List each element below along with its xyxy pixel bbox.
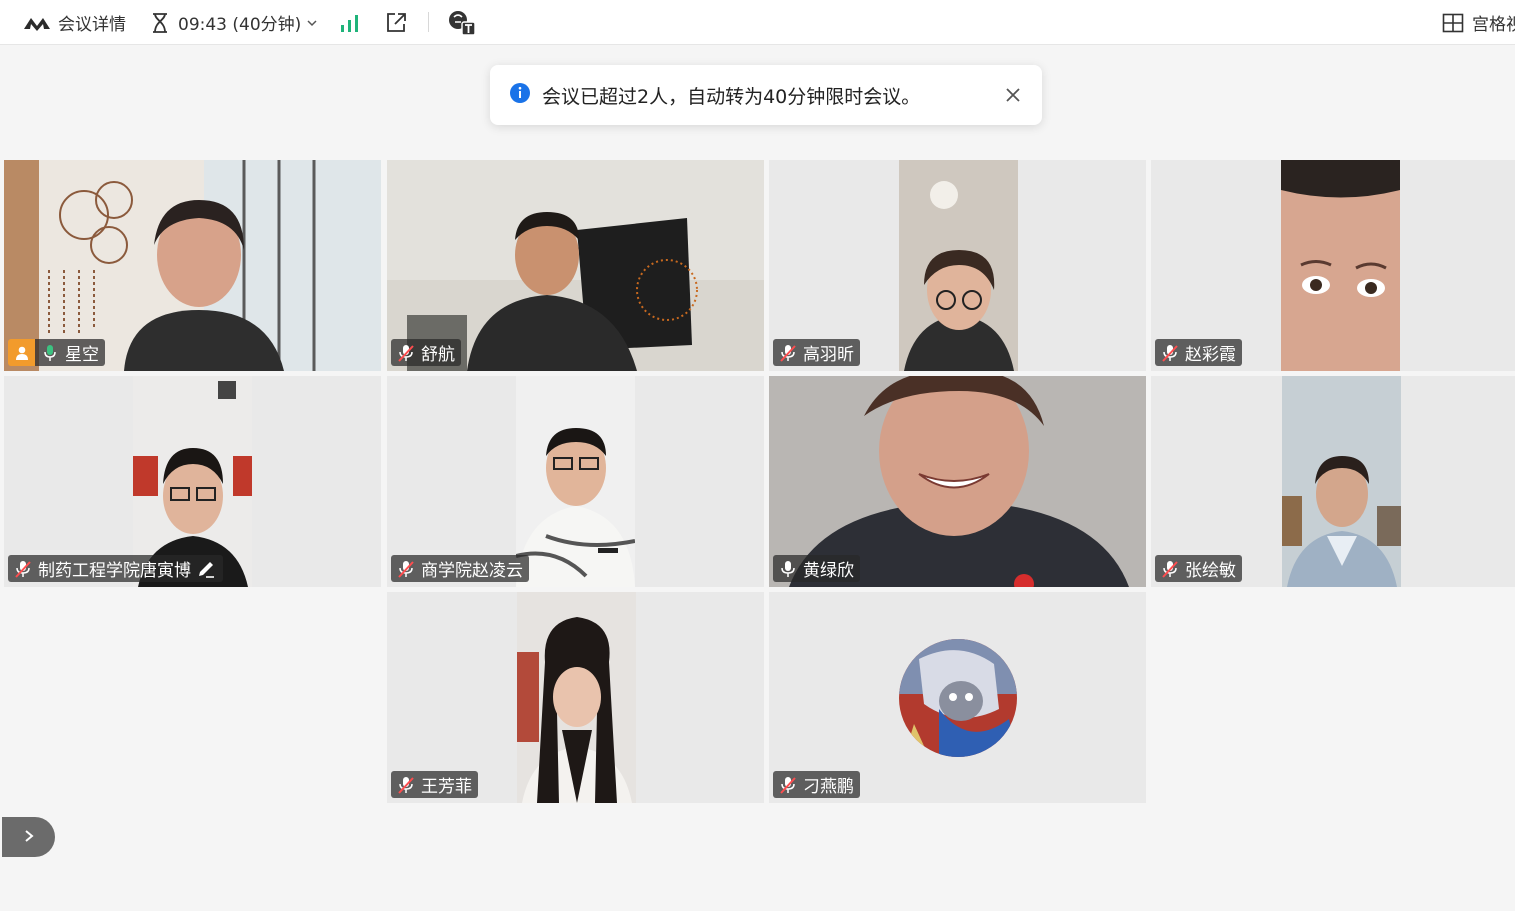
participant-name: 黄绿欣 xyxy=(803,561,854,581)
participant-name: 商学院赵凌云 xyxy=(421,561,523,581)
participant-name: 高羽昕 xyxy=(803,345,854,365)
participant-namebar: 黄绿欣 xyxy=(773,555,860,582)
participant-namebar: 高羽昕 xyxy=(773,339,860,366)
participant-namebar: 制药工程学院唐寅博 xyxy=(8,555,223,582)
chevron-down-icon xyxy=(307,19,317,27)
participant-namebar: 赵彩霞 xyxy=(1155,339,1242,366)
video-tile[interactable]: 制药工程学院唐寅博 xyxy=(4,376,381,587)
layout-switch-button[interactable]: 宫格视 xyxy=(1442,0,1515,45)
hourglass-icon xyxy=(150,12,170,34)
mic-muted-icon xyxy=(395,558,417,580)
participant-video xyxy=(517,592,636,803)
info-icon xyxy=(510,83,530,107)
participant-name: 张绘敏 xyxy=(1185,561,1236,581)
participant-name: 刁燕鹏 xyxy=(803,777,854,797)
mic-on-icon xyxy=(777,558,799,580)
top-toolbar: 会议详情 09:43 (40分钟) 宫格视 xyxy=(0,0,1515,45)
mic-speaking-icon xyxy=(39,342,61,364)
participant-name: 制药工程学院唐寅博 xyxy=(38,561,191,581)
host-badge xyxy=(8,339,35,366)
mic-muted-icon xyxy=(1159,342,1181,364)
meeting-timer[interactable]: 09:43 (40分钟) xyxy=(150,0,317,45)
grid-layout-icon xyxy=(1442,13,1464,33)
meeting-details-button[interactable]: 会议详情 xyxy=(22,0,126,45)
participant-name: 舒航 xyxy=(421,345,455,365)
video-tile[interactable]: 张绘敏 xyxy=(1151,376,1515,587)
expand-panel-button[interactable] xyxy=(2,817,55,857)
mic-muted-icon xyxy=(12,558,34,580)
layout-label: 宫格视 xyxy=(1472,15,1515,35)
chevron-right-icon xyxy=(23,828,35,847)
video-tile[interactable]: 高羽昕 xyxy=(769,160,1146,371)
participant-name: 赵彩霞 xyxy=(1185,345,1236,365)
close-icon[interactable] xyxy=(1004,86,1022,104)
video-tile[interactable]: 黄绿欣 xyxy=(769,376,1146,587)
participant-namebar: 商学院赵凌云 xyxy=(391,555,529,582)
video-tile[interactable]: 商学院赵凌云 xyxy=(387,376,764,587)
participant-namebar: 张绘敏 xyxy=(1155,555,1242,582)
video-tile[interactable]: 赵彩霞 xyxy=(1151,160,1515,371)
toolbar-divider xyxy=(428,12,429,32)
participant-namebar: 星空 xyxy=(35,339,105,366)
avatar xyxy=(899,639,1017,757)
network-signal-icon[interactable] xyxy=(339,0,361,45)
share-link-icon[interactable] xyxy=(384,0,408,45)
participant-name: 王芳菲 xyxy=(421,777,472,797)
mic-muted-icon xyxy=(777,774,799,796)
participant-video xyxy=(516,376,635,587)
participant-namebar: 舒航 xyxy=(391,339,461,366)
mic-muted-icon xyxy=(395,774,417,796)
timer-text: 09:43 (40分钟) xyxy=(178,15,302,35)
meeting-details-label: 会议详情 xyxy=(58,15,126,35)
video-tile[interactable]: 刁燕鹏 xyxy=(769,592,1146,803)
participant-namebar: 刁燕鹏 xyxy=(773,771,860,798)
person-icon xyxy=(15,346,28,360)
video-tile[interactable]: 王芳菲 xyxy=(387,592,764,803)
toast-message: 会议已超过2人，自动转为40分钟限时会议。 xyxy=(542,85,921,108)
pencil-annotate-icon xyxy=(195,558,217,580)
participant-namebar: 王芳菲 xyxy=(391,771,478,798)
mic-muted-icon xyxy=(395,342,417,364)
video-tile[interactable]: 星空 xyxy=(4,160,381,371)
app-logo-icon xyxy=(22,14,52,32)
video-tile[interactable]: 舒航 xyxy=(387,160,764,371)
mic-muted-icon xyxy=(1159,558,1181,580)
participant-name: 星空 xyxy=(65,345,99,365)
caption-translate-icon[interactable] xyxy=(447,0,477,45)
participant-video xyxy=(899,160,1018,371)
participant-video xyxy=(1282,376,1401,587)
participant-video xyxy=(1281,160,1400,371)
mic-muted-icon xyxy=(777,342,799,364)
meeting-limit-toast: 会议已超过2人，自动转为40分钟限时会议。 xyxy=(490,65,1042,125)
